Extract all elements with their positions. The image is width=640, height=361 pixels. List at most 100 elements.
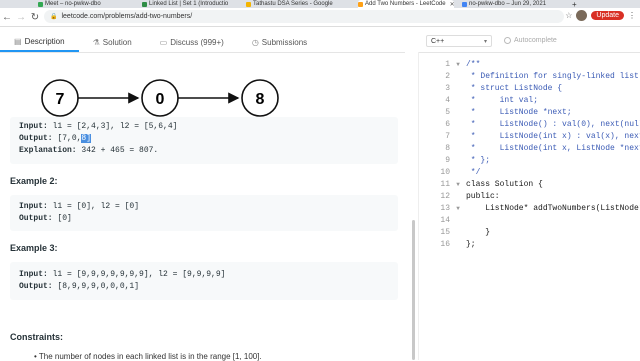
line-number: 4 — [445, 96, 450, 105]
code-line[interactable]: 2 * Definition for singly-linked list. — [420, 71, 640, 83]
chevron-down-icon: ▾ — [483, 38, 487, 45]
line-number: 12 — [440, 192, 450, 201]
tab-discuss[interactable]: ▭ Discuss (999+) — [146, 32, 238, 52]
code-text: class Solution { — [466, 180, 543, 189]
code-line[interactable]: 12 public: — [420, 191, 640, 203]
code-line[interactable]: 5 * ListNode *next; — [420, 107, 640, 119]
code-line[interactable]: 13▼ ListNode* addTwoNumbers(ListNode* l1… — [420, 203, 640, 215]
problem-tabs: ▤ Description ⚗ Solution ▭ Discuss (999+… — [0, 32, 405, 53]
fold-arrow-icon[interactable]: ▼ — [450, 179, 466, 191]
language-select[interactable]: C++ ▾ — [426, 35, 492, 47]
code-line[interactable]: 9 * }; — [420, 155, 640, 167]
fold-arrow-icon — [450, 83, 466, 95]
browser-toolbar: ← → ↻ 🔒 leetcode.com/problems/add-two-nu… — [0, 8, 640, 27]
browser-tab-tathastu[interactable]: Tathastu DSA Series - Google — [246, 0, 334, 8]
back-arrow-icon[interactable]: ← — [0, 12, 14, 23]
fold-arrow-icon — [450, 167, 466, 179]
toggle-icon — [504, 37, 511, 44]
example-output-line: Output: [7,0,8] — [19, 133, 389, 145]
profile-avatar[interactable] — [576, 10, 588, 21]
autocomplete-label: Autocomplete — [514, 37, 557, 44]
code-line[interactable]: 14 — [420, 215, 640, 227]
autocomplete-toggle[interactable]: Autocomplete — [504, 37, 557, 44]
fold-arrow-icon — [450, 131, 466, 143]
line-number: 13 — [440, 204, 450, 213]
gfg-favicon-icon — [142, 1, 147, 7]
output-value: [0] — [52, 214, 72, 223]
example-2-title: Example 2: — [10, 176, 58, 186]
code-editor[interactable]: 1 ▼/** 2 * Definition for singly-linked li… — [420, 59, 640, 251]
browser-tab-add-two-numbers[interactable]: Add Two Numbers - LeetCode ✕ — [358, 0, 454, 8]
editor-divider — [418, 52, 419, 360]
input-label: Input: — [19, 202, 48, 211]
code-line[interactable]: 3 * struct ListNode { — [420, 83, 640, 95]
code-text: * struct ListNode { — [466, 84, 563, 93]
star-icon[interactable]: ☆ — [565, 11, 572, 20]
code-line[interactable]: 4 * int val; — [420, 95, 640, 107]
url-text: leetcode.com/problems/add-two-numbers/ — [61, 13, 193, 20]
forward-arrow-icon[interactable]: → — [14, 12, 28, 23]
line-number: 3 — [445, 84, 450, 93]
browser-tab-label: no-pwkw-dbo – Jun 29, 2021 — [469, 1, 547, 7]
code-line[interactable]: 16}; — [420, 239, 640, 251]
input-value: l1 = [0], l2 = [0] — [47, 202, 140, 211]
code-text: */ — [466, 168, 481, 177]
tab-description[interactable]: ▤ Description — [0, 32, 79, 52]
output-label: Output: — [19, 214, 53, 223]
example-explanation-line: Explanation: 342 + 465 = 807. — [19, 145, 389, 157]
line-number: 5 — [445, 108, 450, 117]
example-3-title: Example 3: — [10, 243, 58, 253]
code-line[interactable]: 1 ▼/** — [420, 59, 640, 71]
example-input-line: Input: l1 = [0], l2 = [0] — [19, 201, 389, 213]
output-label: Output: — [19, 282, 53, 291]
browser-tab-no-pwkw[interactable]: no-pwkw-dbo – Jun 29, 2021 — [462, 0, 554, 8]
fold-arrow-icon — [450, 119, 466, 131]
linked-list-diagram: 7 0 8 — [41, 79, 279, 117]
code-line[interactable]: 8 * ListNode(int x, ListNode *next) : va… — [420, 143, 640, 155]
fold-arrow-icon[interactable]: ▼ — [450, 59, 466, 71]
fold-arrow-icon — [450, 95, 466, 107]
example-input-line: Input: l1 = [2,4,3], l2 = [5,6,4] — [19, 121, 389, 133]
input-value: l1 = [9,9,9,9,9,9,9], l2 = [9,9,9,9] — [47, 270, 226, 279]
language-value: C++ — [431, 37, 445, 45]
example-2-block: Input: l1 = [0], l2 = [0] Output: [0] — [10, 195, 398, 231]
code-text: ListNode* addTwoNumbers(ListNode* l1, Li… — [485, 204, 640, 213]
code-line[interactable]: 7 * ListNode(int x) : val(x), next(nullp… — [420, 131, 640, 143]
file-icon: ▤ — [14, 36, 22, 46]
tab-label: Description — [24, 36, 65, 46]
meet-favicon-icon — [462, 1, 467, 7]
code-text: * }; — [466, 156, 491, 165]
diagram-node-label: 8 — [256, 91, 265, 108]
diagram-node-label: 0 — [156, 91, 165, 108]
reload-icon[interactable]: ↻ — [28, 12, 42, 23]
line-number: 1 — [445, 60, 450, 69]
tab-solution[interactable]: ⚗ Solution — [79, 32, 146, 52]
code-text: /** — [466, 60, 481, 69]
code-line[interactable]: 15 } — [420, 227, 640, 239]
browser-tab-meet[interactable]: Meet – no-pwkw-dbo — [38, 0, 106, 8]
browser-tab-strip: Meet – no-pwkw-dbo Linked List | Set 1 (… — [0, 0, 640, 8]
browser-tab-label: Add Two Numbers - LeetCode — [365, 1, 446, 7]
new-tab-button[interactable]: + — [572, 0, 582, 8]
chat-icon: ▭ — [159, 37, 168, 47]
line-number: 14 — [440, 216, 450, 225]
fold-arrow-icon — [450, 215, 466, 227]
explanation-label: Explanation: — [19, 146, 77, 155]
code-text: * int val; — [466, 96, 539, 105]
address-bar[interactable]: 🔒 leetcode.com/problems/add-two-numbers/ — [44, 10, 564, 23]
tab-submissions[interactable]: ◷ Submissions — [238, 32, 321, 52]
code-line[interactable]: 10 */ — [420, 167, 640, 179]
example-1-block: Input: l1 = [2,4,3], l2 = [5,6,4] Output… — [10, 117, 398, 164]
example-output-line: Output: [0] — [19, 213, 389, 225]
menu-dots-icon[interactable]: ⋮ — [628, 11, 636, 20]
description-scrollbar[interactable] — [412, 220, 415, 360]
line-number: 9 — [445, 156, 450, 165]
diagram-node-label: 7 — [56, 91, 65, 108]
update-button[interactable]: Update — [591, 11, 624, 20]
editor-header: C++ ▾ Autocomplete — [418, 32, 640, 53]
close-tab-icon[interactable]: ✕ — [450, 1, 454, 8]
browser-tab-linked-list[interactable]: Linked List | Set 1 (Introductio — [142, 0, 230, 8]
fold-arrow-icon[interactable]: ▼ — [450, 203, 466, 215]
code-line[interactable]: 6 * ListNode() : val(0), next(nullptr) {… — [420, 119, 640, 131]
code-line[interactable]: 11 ▼ class Solution { — [420, 179, 640, 191]
